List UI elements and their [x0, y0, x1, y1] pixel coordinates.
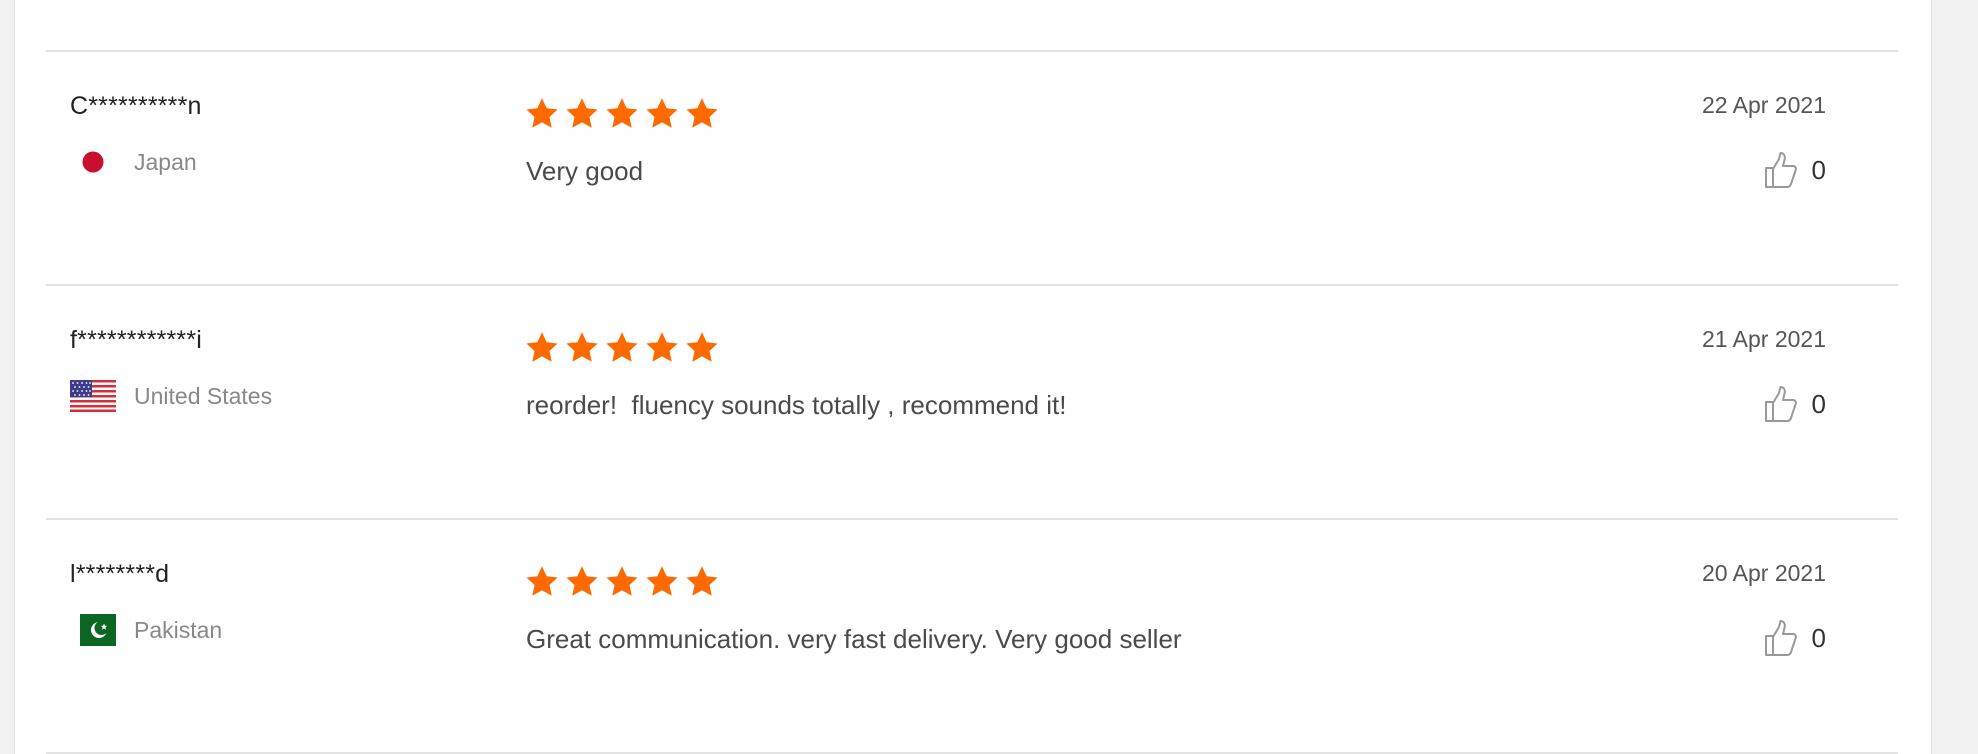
star-icon: [526, 98, 558, 128]
star-icon: [606, 566, 638, 596]
country-name: Japan: [134, 148, 197, 175]
star-icon: [686, 98, 718, 128]
review-date: 21 Apr 2021: [1701, 326, 1826, 352]
helpful-vote: 0: [1762, 618, 1826, 658]
review-text: reorder! fluency sounds totally , recomm…: [526, 390, 1067, 420]
star-icon: [566, 98, 598, 128]
star-rating: [524, 96, 720, 132]
review-item: C**********n Japan Very good 22 Apr 2021…: [46, 52, 1898, 284]
thumbs-up-icon[interactable]: [1762, 150, 1798, 190]
review-item: l********d Pakistan Great communication.…: [46, 520, 1898, 752]
thumbs-up-icon[interactable]: [1762, 384, 1798, 424]
reviewer-country: Pakistan: [70, 614, 222, 646]
star-icon: [686, 566, 718, 596]
star-icon: [646, 332, 678, 362]
reviewer-name: C**********n: [70, 92, 202, 120]
star-icon: [526, 566, 558, 596]
thumbs-up-icon[interactable]: [1762, 618, 1798, 658]
helpful-count: 0: [1811, 388, 1826, 419]
reviewer-country: Japan: [70, 146, 197, 178]
review-text: Very good: [526, 156, 644, 186]
star-icon: [646, 98, 678, 128]
helpful-vote: 0: [1762, 150, 1826, 190]
star-icon: [606, 98, 638, 128]
country-name: United States: [134, 382, 273, 409]
japan-flag-icon: [70, 146, 116, 178]
review-item: f************i United States reorder! fl…: [46, 286, 1898, 518]
star-rating: [524, 564, 720, 600]
star-icon: [606, 332, 638, 362]
star-icon: [566, 332, 598, 362]
reviewer-name: f************i: [70, 326, 203, 354]
reviewer-country: United States: [70, 380, 272, 412]
review-date: 20 Apr 2021: [1701, 560, 1826, 586]
helpful-vote: 0: [1762, 384, 1826, 424]
pakistan-flag-icon: [70, 614, 116, 646]
review-date: 22 Apr 2021: [1701, 92, 1826, 118]
helpful-count: 0: [1811, 154, 1826, 185]
usa-flag-icon: [70, 380, 116, 412]
star-icon: [566, 566, 598, 596]
star-icon: [686, 332, 718, 362]
country-name: Pakistan: [134, 616, 223, 643]
helpful-count: 0: [1811, 622, 1826, 653]
star-icon: [646, 566, 678, 596]
review-text: Great communication. very fast delivery.…: [526, 624, 1182, 654]
reviewer-name: l********d: [70, 560, 170, 588]
star-icon: [526, 332, 558, 362]
star-rating: [524, 330, 720, 366]
